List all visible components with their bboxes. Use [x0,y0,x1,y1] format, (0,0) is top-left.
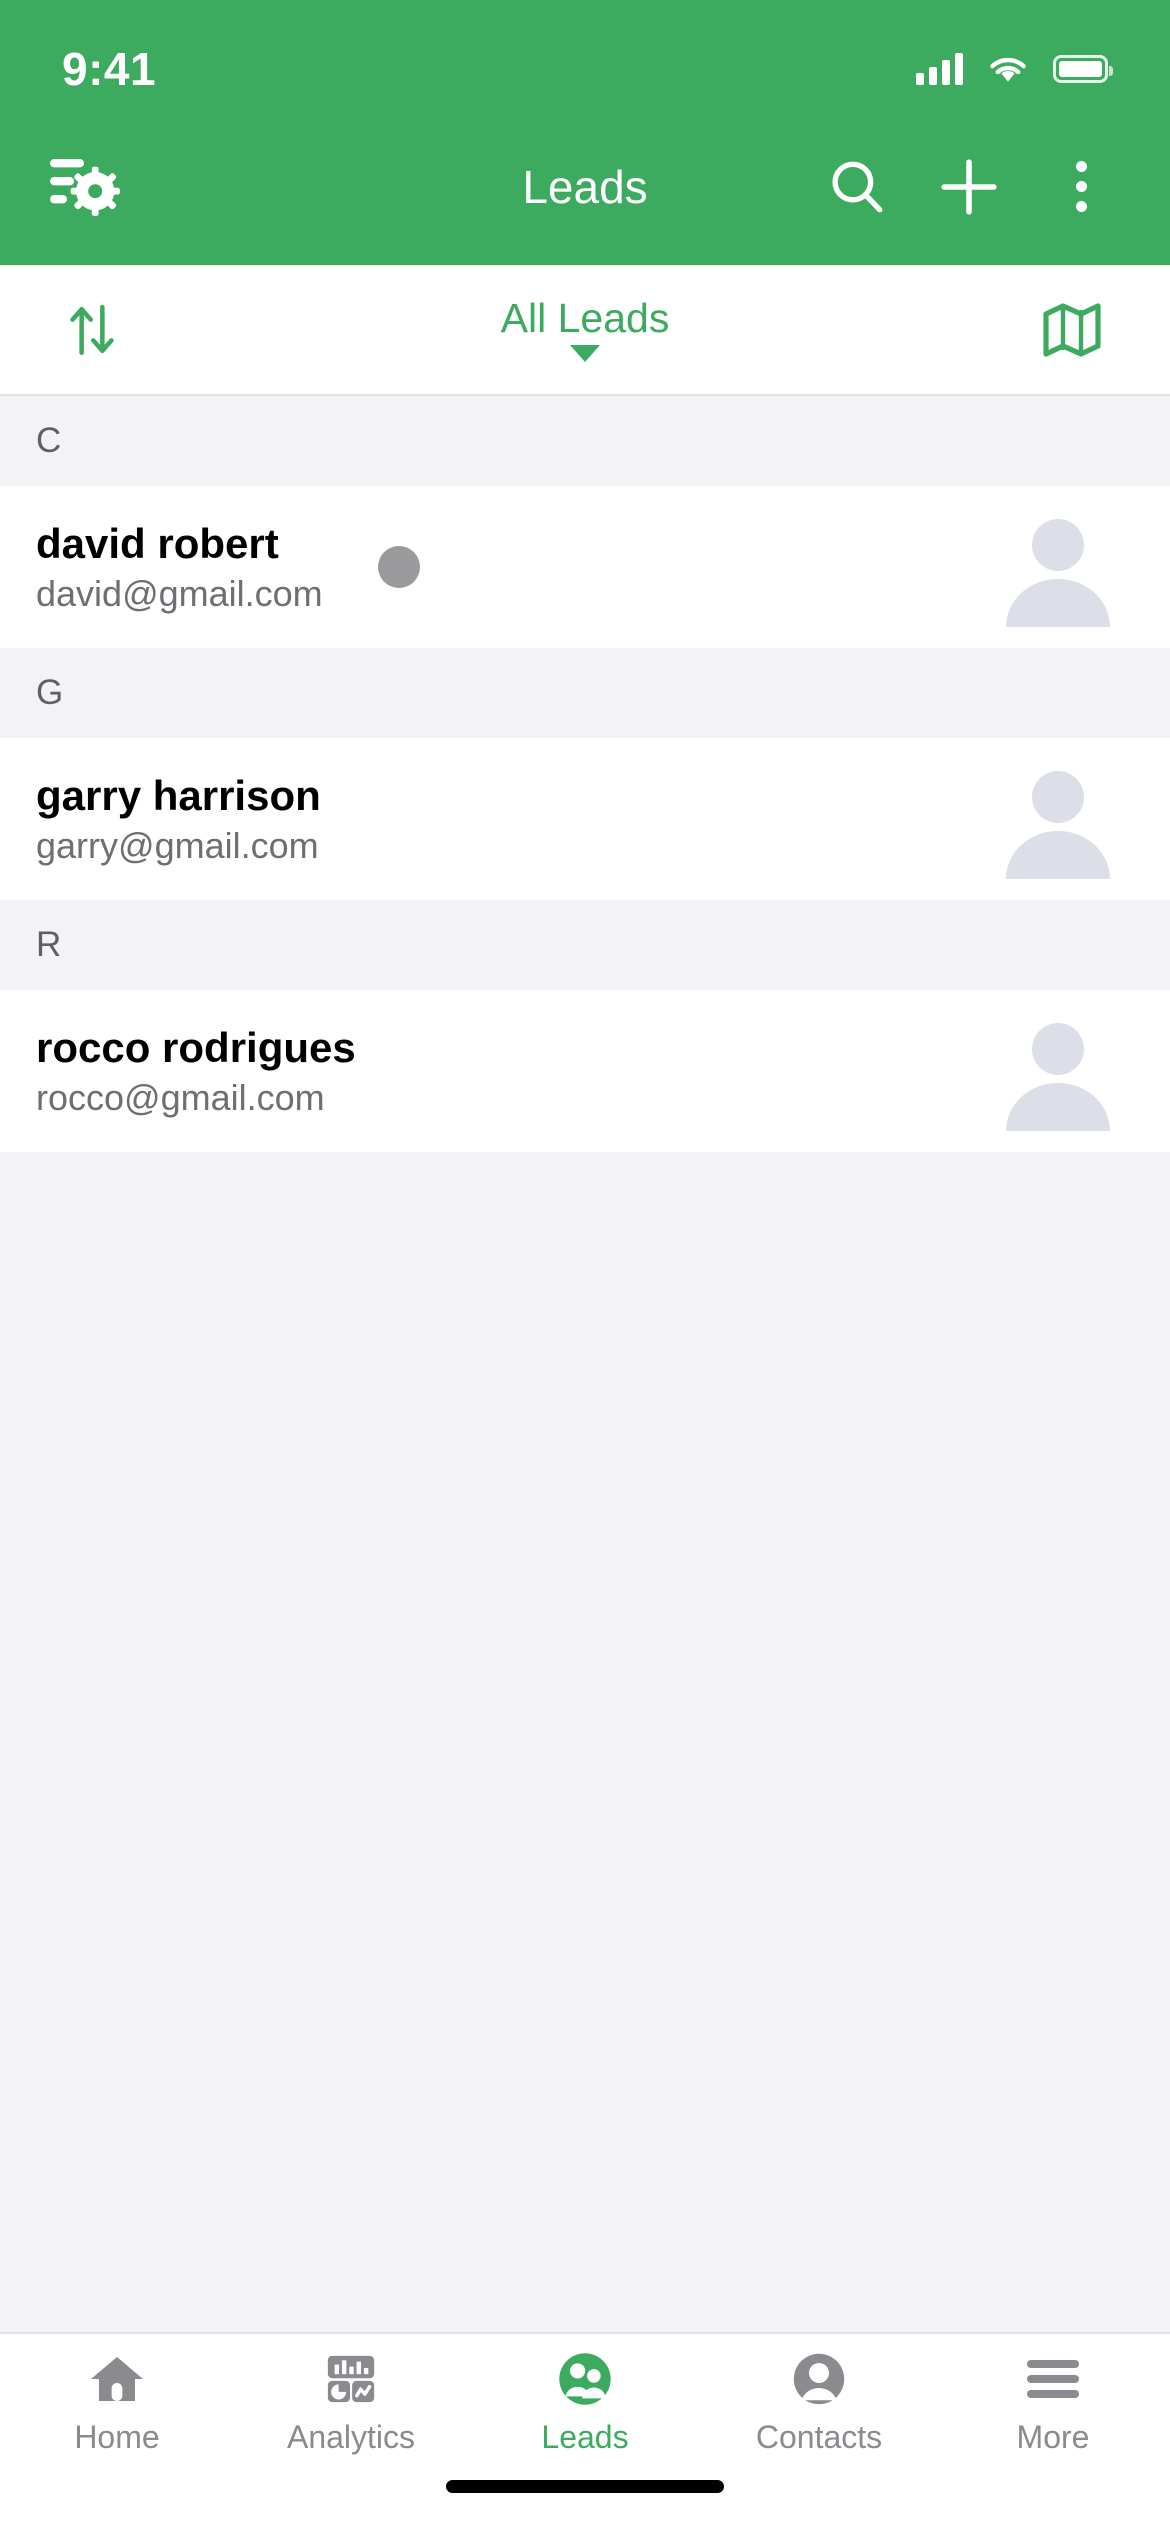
lead-filter-selector[interactable]: All Leads [0,294,1170,362]
add-lead-button[interactable] [930,148,1008,226]
lead-status-dot [378,546,420,588]
tab-analytics[interactable]: Analytics [234,2348,468,2453]
bottom-tab-bar: Home Analytics Leads Contacts More [0,2332,1170,2466]
sort-button[interactable] [50,288,134,372]
avatar-placeholder-icon [1006,771,1110,879]
lead-list[interactable]: Cdavid robert david@gmail.com Ggarry harri… [0,396,1170,2332]
home-indicator-area [0,2466,1170,2532]
lead-name: david robert [36,519,279,567]
lead-row[interactable]: garry harrison garry@gmail.com [0,738,1170,900]
tab-label: Contacts [755,2419,883,2455]
search-button[interactable] [818,148,896,226]
lead-email: rocco@gmail.com [36,1076,325,1118]
battery-icon [1053,55,1113,83]
hamburger-menu-icon [1025,2348,1081,2410]
app-header: 9:41 Leads [0,0,1170,265]
tab-more[interactable]: More [936,2348,1170,2453]
tab-label: More [1016,2419,1090,2455]
lead-avatar [994,503,1122,631]
avatar-placeholder-icon [1006,1023,1110,1131]
lead-row[interactable]: david robert david@gmail.com [0,486,1170,648]
status-time: 9:41 [62,43,157,95]
plus-icon [941,158,997,215]
status-bar: 9:41 [0,0,1170,108]
section-header: R [0,900,1170,990]
lead-row[interactable]: rocco rodrigues rocco@gmail.com [0,990,1170,1152]
status-indicators [916,53,1113,85]
section-header: G [0,648,1170,738]
lead-email: david@gmail.com [36,572,323,614]
tab-label: Leads [541,2419,629,2455]
home-indicator [446,2480,724,2493]
navigation-bar: Leads [0,108,1170,265]
filter-bar: All Leads [0,265,1170,396]
lead-row-text: david robert david@gmail.com [36,519,323,614]
lead-email: garry@gmail.com [36,824,319,866]
app-screen: 9:41 Leads All Leads C david robert davi… [0,0,1170,2532]
home-icon [89,2348,145,2410]
lead-name: garry harrison [36,771,321,819]
tab-label: Home [74,2419,160,2455]
cellular-signal-icon [916,53,963,85]
navbar-actions [818,148,1120,226]
tab-leads[interactable]: Leads [468,2348,702,2453]
sort-arrows-icon [70,304,114,355]
filter-settings-icon [50,158,120,216]
search-icon [832,161,883,212]
lead-name: rocco rodrigues [36,1023,356,1071]
tab-label: Analytics [286,2419,416,2455]
map-icon [1043,302,1101,357]
lead-row-text: garry harrison garry@gmail.com [36,771,321,866]
analytics-icon [324,2348,378,2410]
filter-settings-button[interactable] [38,141,130,233]
tab-home[interactable]: Home [0,2348,234,2453]
contacts-icon [791,2348,847,2410]
section-header: C [0,396,1170,486]
tab-contacts[interactable]: Contacts [702,2348,936,2453]
lead-filter-label: All Leads [500,294,670,341]
avatar-placeholder-icon [1006,519,1110,627]
lead-avatar [994,1007,1122,1135]
leads-icon [556,2348,614,2410]
more-vertical-icon [1075,161,1087,212]
wifi-icon [990,57,1026,82]
overflow-menu-button[interactable] [1042,148,1120,226]
lead-avatar [994,755,1122,883]
lead-row-text: rocco rodrigues rocco@gmail.com [36,1023,356,1118]
chevron-down-icon [570,344,600,362]
map-view-button[interactable] [1030,288,1114,372]
